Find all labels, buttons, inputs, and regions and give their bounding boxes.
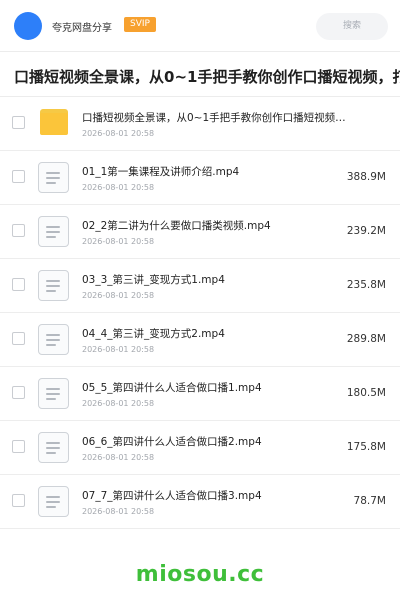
item-size: 180.5M <box>346 387 386 399</box>
select-checkbox[interactable] <box>12 332 25 345</box>
item-date: 2026-08-01 20:58 <box>82 237 155 246</box>
item-name[interactable]: 02_2第二讲为什么要做口播类视频.mp4 <box>82 218 350 233</box>
item-date: 2026-08-01 20:58 <box>82 507 155 516</box>
file-row[interactable]: 03_3_第三讲_变现方式1.mp4 2026-08-01 20:58 235.8M <box>0 259 400 313</box>
video-file-icon <box>38 378 69 409</box>
item-size: 235.8M <box>346 279 386 291</box>
folder-icon <box>40 109 68 136</box>
video-file-icon <box>38 324 69 355</box>
file-row[interactable]: 05_5_第四讲什么人适合做口播1.mp4 2026-08-01 20:58 180… <box>0 367 400 421</box>
select-checkbox[interactable] <box>12 386 25 399</box>
file-row[interactable]: 01_1第一集课程及讲师介绍.mp4 2026-08-01 20:58 388.9M <box>0 151 400 205</box>
avatar[interactable] <box>14 12 42 40</box>
video-file-icon <box>38 486 69 517</box>
select-checkbox[interactable] <box>12 440 25 453</box>
file-list: 口播短视频全景课，从0~1手把手教你创作口播短视频… 2026-08-01 20:… <box>0 97 400 529</box>
video-file-icon <box>38 432 69 463</box>
select-checkbox[interactable] <box>12 116 25 129</box>
item-name[interactable]: 07_7_第四讲什么人适合做口播3.mp4 <box>82 488 350 503</box>
watermark: miosou.cc <box>135 562 265 587</box>
file-row[interactable]: 06_6_第四讲什么人适合做口播2.mp4 2026-08-01 20:58 175… <box>0 421 400 475</box>
item-date: 2026-08-01 20:58 <box>82 399 155 408</box>
item-name[interactable]: 04_4_第三讲_变现方式2.mp4 <box>82 326 350 341</box>
item-size: 78.7M <box>353 495 386 507</box>
item-size: 239.2M <box>346 225 386 237</box>
svip-badge: SVIP <box>124 17 156 32</box>
share-title: 口播短视频全景课，从0~1手把手教你创作口播短视频，打 <box>14 68 400 86</box>
app-header: 夸克网盘分享 SVIP 搜索 <box>0 0 400 52</box>
item-size: 289.8M <box>346 333 386 345</box>
file-row[interactable]: 07_7_第四讲什么人适合做口播3.mp4 2026-08-01 20:58 78.… <box>0 475 400 529</box>
video-file-icon <box>38 216 69 247</box>
select-checkbox[interactable] <box>12 224 25 237</box>
select-checkbox[interactable] <box>12 170 25 183</box>
item-date: 2026-08-01 20:58 <box>82 453 155 462</box>
item-size: 388.9M <box>346 171 386 183</box>
item-name[interactable]: 口播短视频全景课，从0~1手把手教你创作口播短视频… <box>82 110 350 125</box>
video-file-icon <box>38 162 69 193</box>
file-row[interactable]: 02_2第二讲为什么要做口播类视频.mp4 2026-08-01 20:58 239… <box>0 205 400 259</box>
file-row[interactable]: 04_4_第三讲_变现方式2.mp4 2026-08-01 20:58 289.8M <box>0 313 400 367</box>
share-title-row: 口播短视频全景课，从0~1手把手教你创作口播短视频，打 <box>0 52 400 97</box>
item-name[interactable]: 05_5_第四讲什么人适合做口播1.mp4 <box>82 380 350 395</box>
item-name[interactable]: 01_1第一集课程及讲师介绍.mp4 <box>82 164 350 179</box>
item-date: 2026-08-01 20:58 <box>82 291 155 300</box>
brand-name: 夸克网盘分享 <box>52 23 112 34</box>
video-file-icon <box>38 270 69 301</box>
item-date: 2026-08-01 20:58 <box>82 345 155 354</box>
search-button[interactable]: 搜索 <box>316 13 388 40</box>
item-date: 2026-08-01 20:58 <box>82 183 155 192</box>
item-date: 2026-08-01 20:58 <box>82 129 155 138</box>
select-checkbox[interactable] <box>12 278 25 291</box>
item-name[interactable]: 03_3_第三讲_变现方式1.mp4 <box>82 272 350 287</box>
item-name[interactable]: 06_6_第四讲什么人适合做口播2.mp4 <box>82 434 350 449</box>
folder-row[interactable]: 口播短视频全景课，从0~1手把手教你创作口播短视频… 2026-08-01 20:… <box>0 97 400 151</box>
select-checkbox[interactable] <box>12 494 25 507</box>
item-size: 175.8M <box>346 441 386 453</box>
